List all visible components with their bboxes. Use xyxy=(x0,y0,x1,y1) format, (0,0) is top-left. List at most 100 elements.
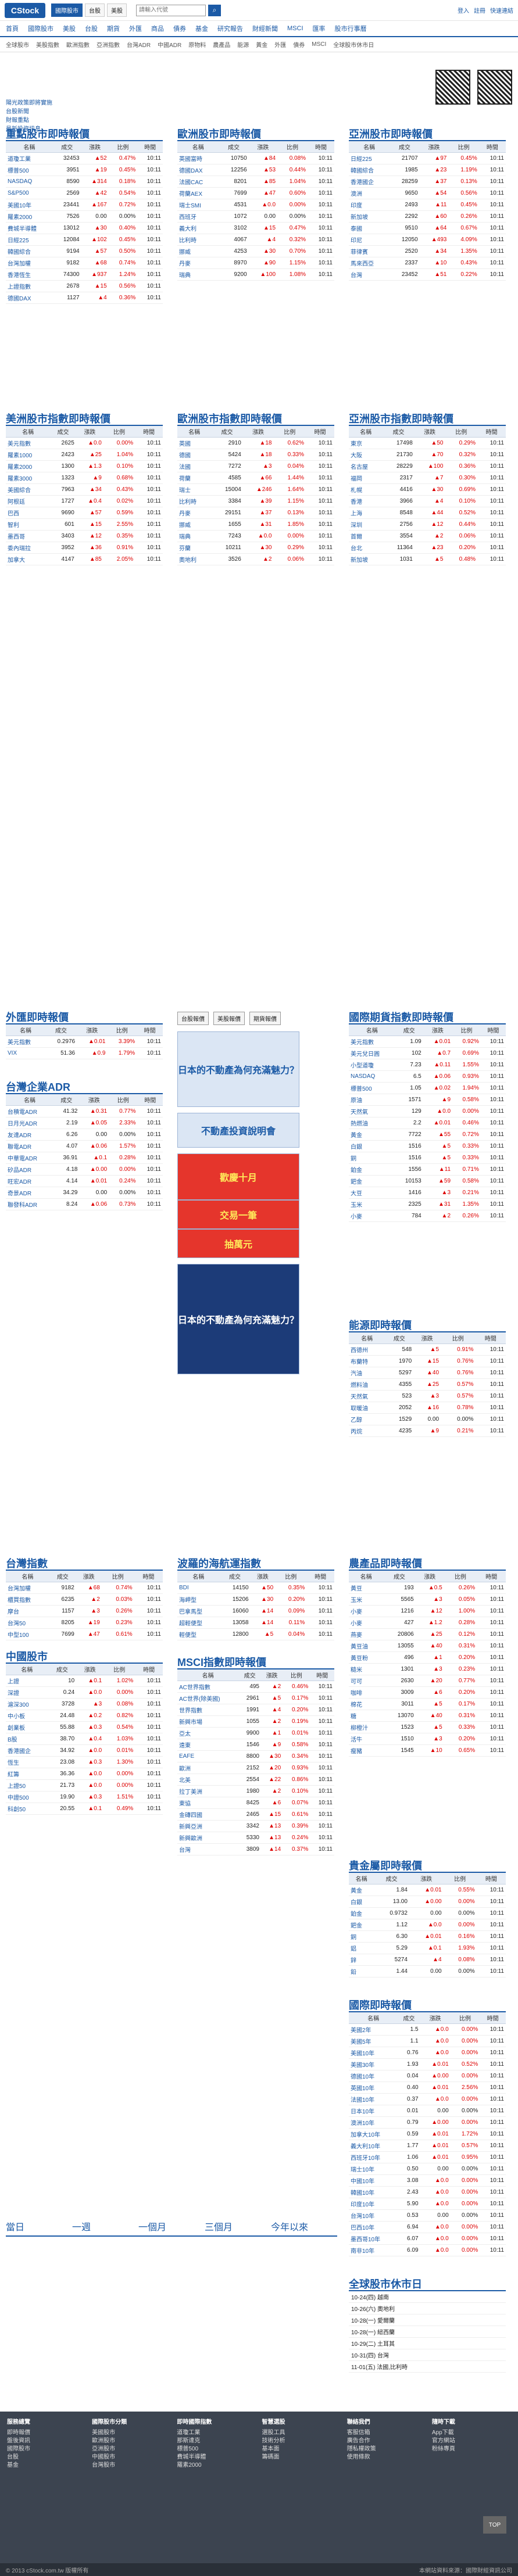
table-row[interactable]: 義大利10年 1.77 ▲0.01 0.57% 10:11 xyxy=(349,2140,506,2152)
table-row[interactable]: 中華電ADR 36.91 ▲0.1 0.28% 10:11 xyxy=(6,1152,163,1164)
table-row[interactable]: 荷蘭 4585 ▲66 1.44% 10:11 xyxy=(177,472,334,484)
table-row[interactable]: 德國10年 0.04 ▲0.00 0.00% 10:11 xyxy=(349,2070,506,2082)
quote-name[interactable]: 黃金 xyxy=(349,1128,395,1141)
quote-name[interactable]: 荷蘭AEX xyxy=(177,187,219,199)
table-row[interactable]: 日本10年 0.01 0.00 0.00% 10:11 xyxy=(349,2105,506,2117)
quote-name[interactable]: 汽油 xyxy=(349,1367,385,1379)
table-row[interactable]: 滬深300 3728 ▲3 0.08% 10:11 xyxy=(6,1698,163,1710)
table-row[interactable]: 海岬型 15206 ▲30 0.20% 10:11 xyxy=(177,1593,334,1606)
table-row[interactable]: 台灣 23452 ▲51 0.22% 10:11 xyxy=(349,268,506,281)
table-row[interactable]: 墨西哥10年 6.07 ▲0.0 0.00% 10:11 xyxy=(349,2233,506,2245)
quote-name[interactable]: 比利時 xyxy=(177,495,212,507)
footer-link[interactable]: 客服信箱 xyxy=(347,2429,426,2437)
quote-name[interactable]: 糙米 xyxy=(349,1663,384,1675)
table-row[interactable]: 道瓊工業 32453 ▲52 0.47% 10:11 xyxy=(6,152,163,164)
table-row[interactable]: 輕便型 12800 ▲5 0.04% 10:11 xyxy=(177,1628,334,1640)
quote-name[interactable]: 白銀 xyxy=(349,1896,374,1908)
table-row[interactable]: 瑞典 9200 ▲100 1.08% 10:11 xyxy=(177,268,334,281)
quote-name[interactable]: 銅 xyxy=(349,1152,395,1164)
ad-banner-art[interactable]: 日本的不動產為何充滿魅力？ xyxy=(177,1264,299,1374)
quote-name[interactable]: B股 xyxy=(6,1733,48,1745)
table-row[interactable]: 瑞士SMI 4531 ▲0.0 0.00% 10:11 xyxy=(177,199,334,211)
table-row[interactable]: 鋁 5.29 ▲0.1 1.93% 10:11 xyxy=(349,1942,506,1954)
quote-name[interactable]: 玉米 xyxy=(349,1198,395,1210)
table-row[interactable]: 瑞典 7243 ▲0.0 0.00% 10:11 xyxy=(177,530,334,542)
quote-button[interactable]: 美股報價 xyxy=(213,1012,245,1025)
announcement-link[interactable]: 財報重點 xyxy=(6,116,430,125)
table-row[interactable]: 糖 13070 ▲40 0.31% 10:11 xyxy=(349,1710,506,1722)
table-row[interactable]: 櫃買指數 6235 ▲2 0.03% 10:11 xyxy=(6,1593,163,1606)
table-row[interactable]: 羅素2000 1300 ▲1.3 0.10% 10:11 xyxy=(6,460,163,472)
table-row[interactable]: 乙醇 1529 0.00 0.00% 10:11 xyxy=(349,1413,506,1425)
quote-name[interactable]: 新加坡 xyxy=(349,553,383,565)
table-row[interactable]: 英國 2910 ▲18 0.62% 10:11 xyxy=(177,437,334,449)
nav-item[interactable]: 財經新聞 xyxy=(252,24,278,33)
table-row[interactable]: 法國CAC 8201 ▲85 1.04% 10:11 xyxy=(177,175,334,188)
quote-name[interactable]: 義大利10年 xyxy=(349,2140,398,2152)
footer-link[interactable]: 粉絲專頁 xyxy=(432,2445,511,2453)
subnav-item[interactable]: 中國ADR xyxy=(158,40,181,49)
table-row[interactable]: AC世界(除美國) 2961 ▲5 0.17% 10:11 xyxy=(177,1692,334,1704)
quote-name[interactable]: 美元指數 xyxy=(349,1036,395,1048)
table-row[interactable]: 英國10年 0.40 ▲0.01 2.56% 10:11 xyxy=(349,2081,506,2094)
quote-name[interactable]: 滬深300 xyxy=(6,1698,48,1710)
quote-name[interactable]: NASDAQ xyxy=(349,1070,395,1083)
quote-name[interactable]: 香港 xyxy=(349,495,383,507)
table-row[interactable]: 台灣50 8205 ▲19 0.23% 10:11 xyxy=(6,1617,163,1629)
table-row[interactable]: 美國2年 1.5 ▲0.0 0.00% 10:11 xyxy=(349,2023,506,2036)
table-row[interactable]: 新興歐洲 5330 ▲13 0.24% 10:11 xyxy=(177,1832,334,1844)
table-row[interactable]: 銅 1516 ▲5 0.33% 10:11 xyxy=(349,1152,506,1164)
nav-item[interactable]: MSCI xyxy=(287,25,303,32)
table-row[interactable]: 羅素1000 2423 ▲25 1.04% 10:11 xyxy=(6,449,163,461)
table-row[interactable]: 小型道瓊 7.23 ▲0.11 1.55% 10:11 xyxy=(349,1059,506,1071)
search-icon[interactable]: ⌕ xyxy=(208,4,221,16)
quote-name[interactable]: 玉米 xyxy=(349,1593,384,1606)
footer-link[interactable]: 費城半導體 xyxy=(177,2453,256,2462)
quote-name[interactable]: 馬來西亞 xyxy=(349,257,390,269)
quote-name[interactable]: 糖 xyxy=(349,1710,384,1722)
table-row[interactable]: 咖啡 3009 ▲6 0.20% 10:11 xyxy=(349,1686,506,1699)
table-row[interactable]: 矽品ADR 4.18 ▲0.00 0.00% 10:11 xyxy=(6,1163,163,1176)
quote-name[interactable]: 鈀金 xyxy=(349,1175,395,1187)
table-row[interactable]: 韓國10年 2.43 ▲0.0 0.00% 10:11 xyxy=(349,2186,506,2198)
footer-link[interactable]: 中國股市 xyxy=(92,2453,171,2462)
subnav-item[interactable]: 歐洲指數 xyxy=(66,40,90,49)
ad-banner-promo[interactable]: 歡慶十月 xyxy=(177,1153,299,1200)
quote-name[interactable]: 美國2年 xyxy=(349,2023,398,2036)
table-row[interactable]: 日月光ADR 2.19 ▲0.05 2.33% 10:11 xyxy=(6,1117,163,1129)
quote-name[interactable]: AC世界指數 xyxy=(177,1681,239,1693)
quote-name[interactable]: 金磚四國 xyxy=(177,1808,239,1821)
table-row[interactable]: 義大利 3102 ▲15 0.47% 10:11 xyxy=(177,222,334,234)
quote-name[interactable]: AC世界(除美國) xyxy=(177,1692,239,1704)
quote-name[interactable]: 巴西 xyxy=(6,507,51,519)
table-row[interactable]: 法國10年 0.37 ▲0.0 0.00% 10:11 xyxy=(349,2093,506,2105)
footer-link[interactable]: 官方網站 xyxy=(432,2437,511,2445)
quote-name[interactable]: 奧地利 xyxy=(177,553,212,565)
footer-link[interactable]: 基金 xyxy=(7,2462,86,2470)
quote-name[interactable]: 瑞士 xyxy=(177,483,212,496)
quote-name[interactable]: 旺宏ADR xyxy=(6,1175,53,1187)
quote-name[interactable]: 荷蘭 xyxy=(177,472,212,484)
quote-name[interactable]: 印度10年 xyxy=(349,2198,398,2210)
quote-name[interactable]: 丙烷 xyxy=(349,1425,385,1437)
quote-name[interactable]: 北美 xyxy=(177,1774,239,1786)
ad-banner-promo-prize[interactable]: 抽萬元 xyxy=(177,1229,299,1258)
footer-link[interactable]: 那斯達克 xyxy=(177,2437,256,2445)
quote-name[interactable]: 泰國 xyxy=(349,222,390,234)
nav-item[interactable]: 基金 xyxy=(195,24,208,33)
table-row[interactable]: 新興市場 1055 ▲2 0.19% 10:11 xyxy=(177,1715,334,1728)
quote-name[interactable]: 丹麥 xyxy=(177,507,212,519)
quote-name[interactable]: 鉛 xyxy=(349,1965,374,1977)
footer-link[interactable]: 隱私權政策 xyxy=(347,2445,426,2453)
table-row[interactable]: 香港 3966 ▲4 0.10% 10:11 xyxy=(349,495,506,507)
table-row[interactable]: 標普500 1.05 ▲0.02 1.94% 10:11 xyxy=(349,1082,506,1094)
table-row[interactable]: 亞太 9900 ▲1 0.01% 10:11 xyxy=(177,1727,334,1739)
subnav-item[interactable]: 外匯 xyxy=(274,40,286,49)
table-row[interactable]: 奇景ADR 34.29 0.00 0.00% 10:11 xyxy=(6,1187,163,1199)
quote-name[interactable]: 摩台 xyxy=(6,1605,49,1617)
quote-name[interactable]: 櫃買指數 xyxy=(6,1593,49,1606)
quote-name[interactable]: 原油 xyxy=(349,1094,395,1106)
quote-name[interactable]: 法國CAC xyxy=(177,175,219,188)
quote-name[interactable]: 法國 xyxy=(177,460,212,472)
table-row[interactable]: 阿根廷 1727 ▲0.4 0.02% 10:11 xyxy=(6,495,163,507)
